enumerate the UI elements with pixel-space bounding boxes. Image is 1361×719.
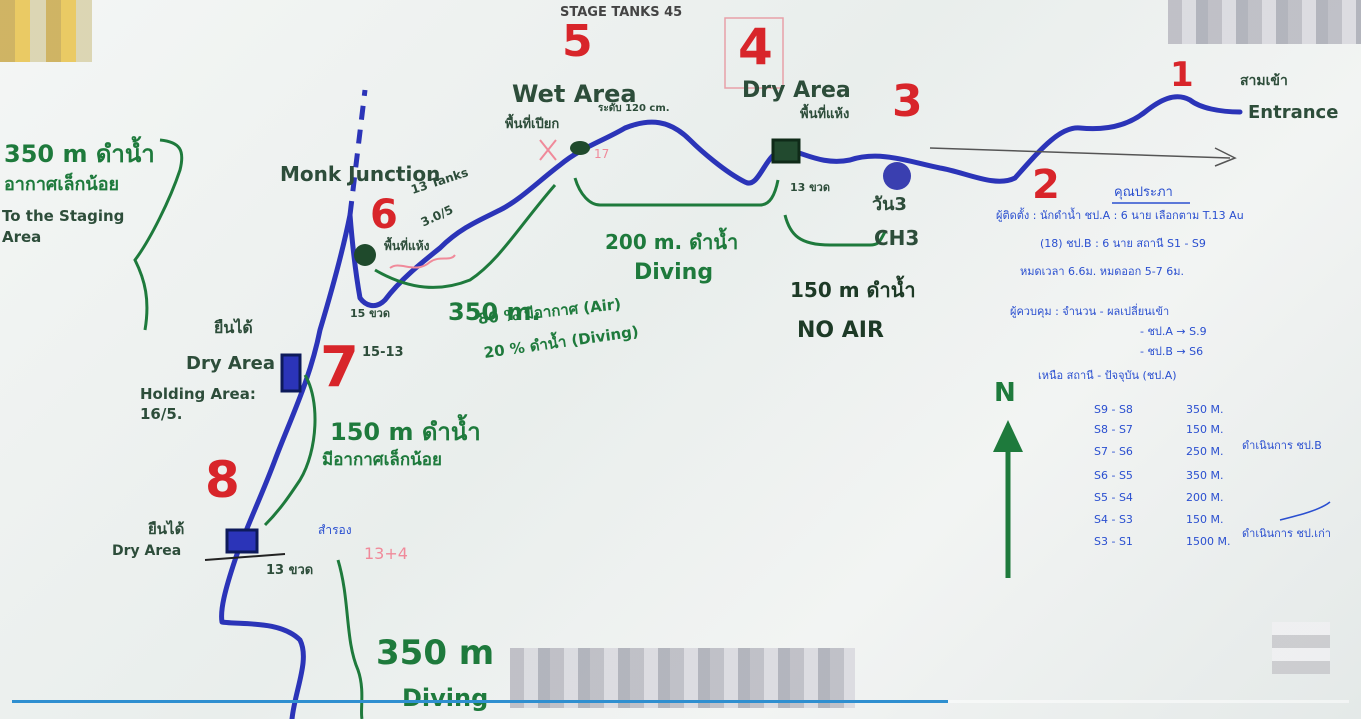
entrance-thai-label: สามเข้า <box>1240 73 1288 89</box>
chamber-2-number: 2 <box>1032 162 1060 208</box>
north-arrow-head <box>993 420 1023 452</box>
legend-heading: คุณประภา <box>1114 185 1173 200</box>
dry-area-top-label: Dry Area <box>742 78 851 103</box>
video-progress-bar[interactable] <box>12 700 1349 703</box>
legend-line-6: - ชป.B → S6 <box>1140 345 1204 358</box>
blurred-logo-top-right <box>1168 0 1361 44</box>
mark-chamber4-bottles: 13 ขวด <box>790 181 830 194</box>
staging-distance: 350 m ดำน้ำ <box>4 140 155 168</box>
cave-route-line <box>219 94 1243 719</box>
north-label: N <box>994 378 1016 408</box>
station-distance: 350 M. <box>1186 469 1224 482</box>
wet-area-depth: ระดับ 120 cm. <box>598 103 670 114</box>
blurred-watermark <box>1272 622 1330 674</box>
station-range: S6 - S5 <box>1094 469 1133 482</box>
station-distance: 1500 M. <box>1186 535 1231 548</box>
dry-area-top-thai: พื้นที่แห้ง <box>800 107 850 122</box>
station-distance: 350 M. <box>1186 403 1224 416</box>
legend-line-1: ผู้ติดตั้ง : นักดำน้ำ ชป.A : 6 นาย เลือก… <box>996 209 1244 222</box>
chamber6-thai: พื้นที่แห้ง <box>384 239 430 253</box>
mark-15-13: 15-13 <box>362 345 404 360</box>
bracket-150m-top <box>783 214 887 247</box>
black-underline-ch8 <box>204 553 286 561</box>
chamber5-dot-marker <box>570 141 590 155</box>
station-distance: 200 M. <box>1186 491 1224 504</box>
bracket-350m-bottom <box>336 559 364 719</box>
entrance-arrow-line <box>929 147 1231 159</box>
chamber3-thai-label: วัน3 <box>872 194 907 215</box>
chamber-8-number: 8 <box>205 451 240 509</box>
station-distance: 150 M. <box>1186 513 1224 526</box>
bottom-dry-thai: ยืนได้ <box>148 520 185 538</box>
mark-chamber6-bottles: 15 ขวด <box>350 307 390 320</box>
chamber-7-number: 7 <box>320 335 359 400</box>
staging-thai: อากาศเล็กน้อย <box>4 174 120 195</box>
chamber-5-number: 5 <box>562 16 593 67</box>
bottom-dry-area-label: Dry Area <box>112 543 182 559</box>
distance-150m-left-thai: มีอากาศเล็กน้อย <box>322 450 442 470</box>
legend-line-3: หมดเวลา 6.6ม. หมดออก 5-7 6ม. <box>1020 265 1184 278</box>
left-dry-thai: ยืนได้ <box>214 318 253 337</box>
station-note: ดำเนินการ ชป.B <box>1242 439 1322 452</box>
pink-scribble <box>539 139 557 161</box>
legend-line-2: (18) ชป.B : 6 นาย สถานี S1 - S9 <box>1040 237 1206 250</box>
mark-chamber8-bottles: 13 ขวด <box>266 563 314 578</box>
chamber-4-number: 4 <box>738 18 773 76</box>
distance-200m: 200 m. ดำน้ำ <box>605 230 739 254</box>
video-progress-fill <box>12 700 948 703</box>
mark-17: 17 <box>594 147 610 161</box>
station-note: ดำเนินการ ชป.เก่า <box>1242 527 1331 540</box>
distance-150m-noair: NO AIR <box>797 318 884 343</box>
staging-english: To the Staging Area <box>2 207 125 246</box>
station-distance: 250 M. <box>1186 445 1224 458</box>
distance-150m-top: 150 m ดำน้ำ <box>790 278 916 302</box>
legend-bracket <box>1279 501 1331 521</box>
distance-350m-bottom: 350 m <box>376 633 495 673</box>
blurred-logo-top-left <box>0 0 92 62</box>
chamber6-dot-marker <box>354 244 376 266</box>
station-range: S9 - S8 <box>1094 403 1133 416</box>
legend-line-7: เหนือ สถานี - ปัจจุบัน (ชป.A) <box>1038 369 1177 382</box>
holding-area-label: Holding Area: 16/5. <box>140 385 256 423</box>
chamber-6-number: 6 <box>370 192 398 238</box>
chamber3-dot-marker <box>883 162 911 190</box>
chamber-1-number: 1 <box>1170 55 1194 95</box>
distance-350m-bottom-diving: Diving <box>402 684 489 712</box>
chamber-3-number: 3 <box>892 76 923 127</box>
station-range: S4 - S3 <box>1094 513 1133 526</box>
chamber3-ch3-label: CH3 <box>874 226 920 250</box>
distance-200m-diving: Diving <box>634 260 714 285</box>
station-range: S7 - S6 <box>1094 445 1133 458</box>
blurred-caption <box>510 648 855 708</box>
station-distance: 150 M. <box>1186 423 1224 436</box>
bracket-350m-mid <box>374 184 557 289</box>
station-range: S5 - S4 <box>1094 491 1133 504</box>
legend-line-4: ผู้ควบคุม : จำนวน - ผลเปลี่ยนเข้า <box>1010 305 1170 318</box>
mark-13-plus-4: 13+4 <box>364 544 408 563</box>
left-dry-area-label: Dry Area <box>186 353 275 374</box>
distance-150m-left: 150 m ดำน้ำ <box>330 418 481 446</box>
bracket-staging <box>133 138 184 331</box>
mark-pink-label: สำรอง <box>318 523 352 537</box>
chamber8-square-marker <box>225 528 259 554</box>
upper-dashed-route <box>347 89 368 216</box>
station-range: S8 - S7 <box>1094 423 1133 436</box>
chamber7-square-marker <box>280 353 302 393</box>
legend-line-5: - ชป.A → S.9 <box>1140 325 1207 338</box>
station-range: S3 - S1 <box>1094 535 1133 548</box>
entrance-label: Entrance <box>1248 102 1339 123</box>
wet-area-thai: พื้นที่เปียก <box>505 117 560 132</box>
chamber4-square-marker <box>771 138 801 164</box>
whiteboard: STAGE TANKS 45 1 2 3 4 5 6 7 8 สามเข้า E… <box>0 0 1361 719</box>
